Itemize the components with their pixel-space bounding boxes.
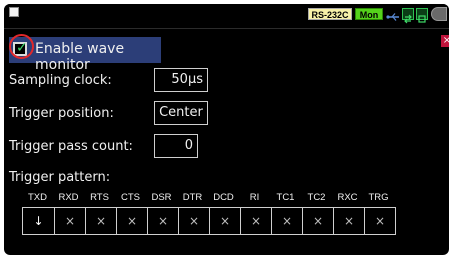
interface-badge: RS-232C [308, 8, 352, 20]
signal-header-txd: TXD [28, 192, 47, 203]
signal-header-dcd: DCD [213, 192, 234, 203]
trigger-position-label: Trigger position: [9, 106, 114, 121]
pattern-cell-cts[interactable]: × [116, 208, 147, 234]
pattern-cell-rts[interactable]: × [85, 208, 116, 234]
pattern-cell-tc1[interactable]: × [271, 208, 302, 234]
pattern-cell-trg[interactable]: × [364, 208, 395, 234]
pattern-cell-ri[interactable]: × [240, 208, 271, 234]
signal-header-rts: RTS [90, 192, 109, 203]
mode-badge: Mon [355, 8, 383, 20]
signal-header-dsr: DSR [151, 192, 172, 203]
highlight-circle [9, 34, 34, 59]
pattern-cell-rxd[interactable]: × [54, 208, 85, 234]
pattern-cell-tc2[interactable]: × [302, 208, 333, 234]
power-icon [431, 7, 447, 21]
signal-header-tc1: TC1 [276, 192, 295, 203]
pattern-cell-dtr[interactable]: × [178, 208, 209, 234]
menu-icon[interactable] [9, 7, 19, 17]
signal-header-trg: TRG [368, 192, 389, 203]
close-icon[interactable]: × [441, 35, 449, 47]
enable-wave-monitor-option[interactable]: ✓ Enable wave monitor [9, 34, 161, 73]
signal-header-tc2: TC2 [307, 192, 326, 203]
trigger-pattern-headers: TXD RXD RTS CTS DSR DTR DCD RI TC1 TC2 RXC TRG [22, 192, 389, 206]
trigger-pattern-label: Trigger pattern: [9, 170, 111, 185]
sd-card-icon [416, 8, 428, 23]
signal-header-dtr: DTR [182, 192, 203, 203]
divider [4, 28, 449, 29]
signal-header-rxc: RXC [337, 192, 358, 203]
network-icon [402, 8, 414, 24]
pattern-cell-dcd[interactable]: × [209, 208, 240, 234]
enable-wave-monitor-label: Enable wave monitor [35, 41, 125, 73]
usb-icon [386, 8, 400, 21]
sampling-clock-field[interactable]: 50μs [154, 68, 208, 92]
trigger-pass-count-label: Trigger pass count: [9, 139, 133, 154]
signal-header-ri: RI [249, 192, 260, 203]
signal-header-rxd: RXD [58, 192, 79, 203]
device-screen: RS-232C Mon × ✓ Enable wave monitor Samp… [4, 4, 449, 255]
trigger-pattern-grid: ↓ × × × × × × × × × × × [22, 207, 396, 235]
status-bar: RS-232C Mon [4, 4, 449, 24]
trigger-pass-count-field[interactable]: 0 [154, 134, 198, 158]
pattern-cell-txd[interactable]: ↓ [23, 208, 54, 234]
signal-header-cts: CTS [121, 192, 140, 203]
pattern-cell-rxc[interactable]: × [333, 208, 364, 234]
pattern-cell-dsr[interactable]: × [147, 208, 178, 234]
sampling-clock-label: Sampling clock: [9, 73, 112, 88]
trigger-position-field[interactable]: Center [154, 101, 208, 125]
